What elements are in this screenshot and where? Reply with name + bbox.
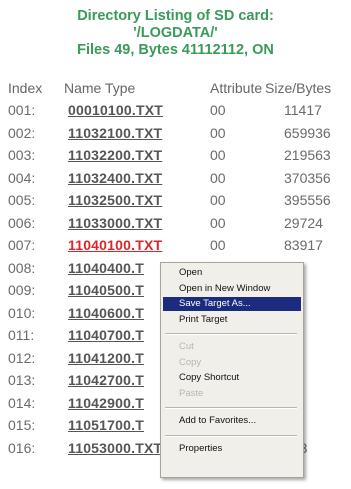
file-link[interactable]: 00010100.TXT bbox=[68, 102, 163, 118]
file-index: 002: bbox=[8, 124, 36, 141]
file-size: 83917 bbox=[284, 237, 323, 253]
menu-item-save-target-as[interactable]: Save Target As... bbox=[163, 297, 301, 311]
file-row: 001: 00010100.TXT 00 11417 bbox=[8, 102, 348, 122]
file-row: 007: 11040100.TXT 00 83917 bbox=[8, 237, 348, 257]
file-size: 370356 bbox=[284, 169, 331, 186]
file-link[interactable]: 11040400.T bbox=[68, 260, 144, 276]
file-size: 659936 bbox=[284, 124, 331, 141]
menu-item-cut: Cut bbox=[179, 341, 194, 352]
column-header-attribute: Attribute bbox=[210, 80, 263, 96]
file-attribute: 00 bbox=[210, 147, 226, 163]
context-menu: Open Open in New Window Save Target As... P… bbox=[160, 262, 304, 478]
file-link[interactable]: 11032200.TXT bbox=[68, 147, 162, 163]
file-index: 003: bbox=[8, 147, 36, 163]
file-link[interactable]: 11041200.T bbox=[68, 350, 144, 366]
column-header-index: Index bbox=[8, 80, 43, 96]
header-title: Directory Listing of SD card: bbox=[77, 8, 274, 24]
file-index: 006: bbox=[8, 214, 36, 231]
file-link[interactable]: 11032500.TXT bbox=[68, 192, 162, 208]
column-headers: Index Name Type Attribute Size/Bytes bbox=[8, 80, 348, 98]
file-index: 008: bbox=[8, 259, 36, 276]
file-row: 006: 11033000.TXT 00 29724 bbox=[8, 215, 348, 235]
file-index: 001: bbox=[8, 102, 36, 118]
file-row: 003: 11032200.TXT 00 219563 bbox=[8, 147, 348, 167]
menu-item-paste: Paste bbox=[179, 387, 204, 399]
file-link[interactable]: 11040600.T bbox=[68, 305, 144, 321]
file-index: 010: bbox=[8, 304, 36, 321]
menu-item-copy-shortcut[interactable]: Copy Shortcut bbox=[163, 371, 301, 385]
file-link[interactable]: 11040100.TXT bbox=[68, 237, 162, 253]
file-link[interactable]: 11042900.T bbox=[68, 395, 144, 411]
menu-separator bbox=[165, 434, 297, 437]
menu-separator bbox=[165, 407, 297, 409]
menu-item-print-target[interactable]: Print Target bbox=[163, 313, 301, 327]
file-size: 395556 bbox=[284, 192, 331, 208]
header-summary: Files 49, Bytes 41112112, ON bbox=[77, 42, 274, 58]
file-attribute: 00 bbox=[210, 192, 226, 208]
file-attribute: 00 bbox=[210, 124, 226, 141]
file-index: 013: bbox=[8, 372, 36, 388]
file-size: 11417 bbox=[284, 102, 322, 118]
file-index: 015: bbox=[8, 417, 36, 433]
file-row: 002: 11032100.TXT 00 659936 bbox=[8, 125, 348, 145]
file-link[interactable]: 11040700.T bbox=[68, 327, 144, 343]
column-header-name-type: Name Type bbox=[64, 80, 136, 96]
file-link[interactable]: 11042700.T bbox=[68, 372, 144, 388]
file-index: 004: bbox=[8, 169, 36, 186]
file-size: 219563 bbox=[284, 147, 331, 163]
file-attribute: 00 bbox=[210, 169, 226, 186]
file-index: 005: bbox=[8, 192, 36, 208]
file-row: 004: 11032400.TXT 00 370356 bbox=[8, 170, 348, 190]
file-index: 007: bbox=[8, 237, 36, 253]
menu-item-copy: Copy bbox=[179, 356, 202, 368]
file-index: 016: bbox=[8, 439, 36, 456]
file-link[interactable]: 11032100.TXT bbox=[68, 125, 162, 141]
file-attribute: 00 bbox=[210, 102, 226, 118]
file-index: 009: bbox=[8, 282, 36, 298]
file-index: 011: bbox=[8, 327, 35, 343]
menu-item-add-to-favorites[interactable]: Add to Favorites... bbox=[163, 414, 301, 428]
file-attribute: 00 bbox=[210, 214, 226, 231]
menu-item-properties[interactable]: Properties bbox=[163, 442, 301, 456]
menu-separator bbox=[165, 333, 297, 335]
directory-header: Directory Listing of SD card: '/LOGDATA/… bbox=[0, 8, 351, 59]
file-link[interactable]: 11051700.T bbox=[68, 417, 144, 433]
file-attribute: 00 bbox=[210, 237, 226, 253]
file-index: 014: bbox=[8, 394, 36, 411]
menu-item-open-new-window[interactable]: Open in New Window bbox=[163, 282, 301, 296]
file-row: 005: 11032500.TXT 00 395556 bbox=[8, 192, 348, 212]
file-link[interactable]: 11033000.TXT bbox=[68, 215, 162, 231]
file-size: 29724 bbox=[284, 214, 323, 231]
file-link[interactable]: 11032400.TXT bbox=[68, 170, 162, 186]
menu-item-open[interactable]: Open bbox=[163, 266, 301, 280]
file-index: 012: bbox=[8, 349, 36, 366]
column-header-size: Size/Bytes bbox=[265, 80, 332, 96]
file-link[interactable]: 11040500.T bbox=[68, 282, 144, 298]
file-link[interactable]: 11053000.TXT bbox=[68, 440, 162, 456]
header-path: '/LOGDATA/' bbox=[133, 25, 218, 41]
